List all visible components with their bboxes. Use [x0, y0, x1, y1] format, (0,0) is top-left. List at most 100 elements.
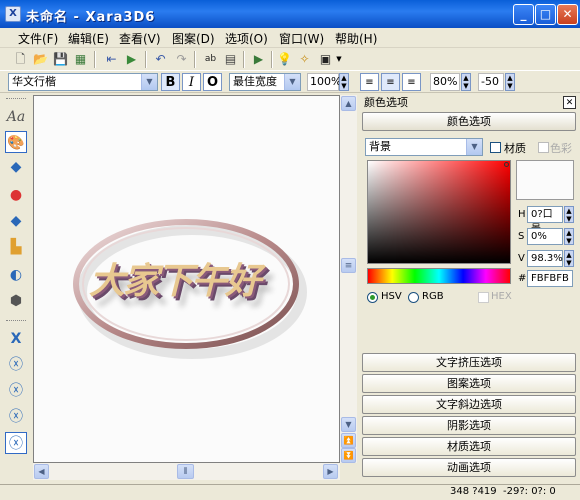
menu-bar: 文件(F) 编辑(E) 查看(V) 图案(D) 选项(O) 窗口(W) 帮助(H… — [0, 28, 580, 48]
radio-dot — [370, 295, 375, 300]
scroll-thumb[interactable]: ≡ — [341, 258, 356, 273]
material-checkbox[interactable] — [490, 142, 501, 153]
extrusion-options-button[interactable]: 文字挤压选项 — [362, 353, 576, 372]
h-field[interactable]: 0?口景 — [527, 206, 563, 235]
bevel-icon[interactable]: ◆ — [5, 210, 27, 232]
spellcheck-icon[interactable]: ab — [202, 51, 219, 68]
picker-cursor[interactable] — [504, 162, 509, 167]
scroll-right-button[interactable]: ▶ — [323, 464, 338, 479]
design-options-icon[interactable]: ⬢ — [5, 290, 27, 312]
hue-slider[interactable] — [367, 268, 511, 284]
menu-window[interactable]: 窗口(W) — [279, 30, 324, 47]
s-field[interactable]: 0% — [527, 228, 563, 245]
shadow-icon[interactable]: ▙ — [5, 236, 27, 258]
save-icon[interactable]: 💾 — [52, 51, 69, 68]
v-field[interactable]: 98.3% — [527, 250, 563, 267]
hex-field[interactable]: FBFBFB — [527, 270, 573, 287]
scroll-left-button[interactable]: ◀ — [34, 464, 49, 479]
hex-checkbox[interactable] — [478, 292, 489, 303]
rotate-x-icon[interactable]: X — [5, 328, 27, 350]
design-options-button[interactable]: 图案选项 — [362, 374, 576, 393]
hsv-label: HSV — [381, 291, 402, 302]
shadow-options-button[interactable]: 阴影选项 — [362, 416, 576, 435]
close-icon[interactable]: ✕ — [563, 96, 576, 109]
toolbar-separator — [94, 51, 96, 68]
saturation-value-picker[interactable] — [367, 160, 511, 264]
menu-design[interactable]: 图案(D) — [172, 30, 215, 47]
line-spacing-field[interactable]: 80% — [430, 73, 460, 91]
minimize-button[interactable]: _ — [513, 4, 534, 25]
h-stepper[interactable]: ▲ ▼ — [564, 206, 574, 223]
align-center-icon[interactable]: ≡ — [381, 73, 400, 91]
line-spacing-stepper[interactable]: ▲ ▼ — [461, 73, 471, 91]
light-bulb-icon[interactable]: 💡 — [276, 51, 293, 68]
play-animation-icon[interactable]: ▶ — [250, 51, 267, 68]
rotate-y-icon[interactable]: ⓧ — [5, 354, 27, 376]
size-stepper[interactable]: ▲ ▼ — [339, 73, 349, 91]
texture-sphere-icon[interactable]: ● — [5, 184, 27, 206]
vertical-scrollbar[interactable]: ▲ ≡ ▼ ⏫ ⏬ — [340, 95, 357, 463]
rotate-free-icon[interactable]: ⓧ — [5, 406, 27, 428]
new-file-icon[interactable]: 🗋 — [12, 51, 29, 68]
canvas[interactable]: 大家下午好 — [33, 95, 340, 463]
color-palette-icon[interactable]: 🎨 — [5, 131, 27, 153]
redo-icon[interactable]: ↷ — [173, 51, 190, 68]
import-icon[interactable]: ⇤ — [103, 51, 120, 68]
char-spacing-stepper[interactable]: ▲ ▼ — [505, 73, 515, 91]
animation-options-button[interactable]: 动画选项 — [362, 458, 576, 477]
texture-options-button[interactable]: 材质选项 — [362, 437, 576, 456]
undo-icon[interactable]: ↶ — [152, 51, 169, 68]
text-edit-icon[interactable]: ▤ — [222, 51, 239, 68]
open-folder-icon[interactable]: 📂 — [32, 51, 49, 68]
close-button[interactable]: ✕ — [557, 4, 578, 25]
menu-file[interactable]: 文件(F) — [18, 30, 58, 47]
chevron-down-icon: ▼ — [141, 74, 157, 90]
chevron-down-icon[interactable]: ▼ — [334, 51, 344, 68]
rotate-z-icon[interactable]: ⓧ — [5, 380, 27, 402]
export-icon[interactable]: ▦ — [72, 51, 89, 68]
color-checkbox[interactable] — [538, 142, 549, 153]
animation-export-icon[interactable]: ▶ — [123, 51, 140, 68]
canvas-3d-text[interactable]: 大家下午好 — [89, 252, 261, 304]
target-select[interactable]: 背景 ▼ — [365, 138, 483, 156]
menu-help[interactable]: 帮助(H) — [335, 30, 377, 47]
material-label: 材质 — [504, 142, 526, 155]
scroll-thumb[interactable]: ⦀ — [177, 464, 194, 479]
text-style-icon[interactable]: Aa — [5, 106, 27, 128]
align-right-icon[interactable]: ≡ — [402, 73, 421, 91]
maximize-button[interactable]: □ — [535, 4, 556, 25]
target-select-value: 背景 — [369, 140, 391, 153]
bold-button[interactable]: B — [161, 73, 180, 91]
outline-button[interactable]: O — [203, 73, 222, 91]
char-spacing-field[interactable]: -50 — [478, 73, 504, 91]
s-stepper[interactable]: ▲ ▼ — [564, 228, 574, 245]
font-select[interactable]: 华文行楷 ▼ — [8, 73, 158, 91]
size-field[interactable]: 100% — [307, 73, 341, 91]
menu-edit[interactable]: 编辑(E) — [68, 30, 109, 47]
scroll-up-button[interactable]: ▲ — [341, 96, 356, 111]
rotate-lock-icon[interactable]: ⓧ — [5, 432, 27, 454]
bevel-options-button[interactable]: 文字斜边选项 — [362, 395, 576, 414]
page-down-button[interactable]: ⏬ — [341, 448, 356, 463]
view-mode-icon[interactable]: ▣ — [317, 51, 334, 68]
color-options-button[interactable]: 颜色选项 — [362, 112, 576, 131]
h-label: H — [518, 209, 526, 220]
rgb-radio[interactable] — [408, 292, 419, 303]
hex-hash-label: # — [518, 273, 527, 284]
panel-title: 颜色选项 — [364, 96, 408, 109]
menu-view[interactable]: 查看(V) — [119, 30, 161, 47]
width-mode-select[interactable]: 最佳宽度 ▼ — [229, 73, 301, 91]
scroll-down-button[interactable]: ▼ — [341, 417, 356, 432]
hsv-radio[interactable] — [367, 292, 378, 303]
align-left-icon[interactable]: ≡ — [360, 73, 379, 91]
horizontal-scrollbar[interactable]: ◀ ⦀ ▶ — [33, 463, 340, 480]
italic-button[interactable]: I — [182, 73, 201, 91]
menu-options[interactable]: 选项(O) — [225, 30, 268, 47]
v-label: V — [518, 253, 525, 264]
light-settings-icon[interactable]: ✧ — [296, 51, 313, 68]
extrusion-cube-icon[interactable]: ◆ — [5, 156, 27, 178]
page-up-button[interactable]: ⏫ — [341, 433, 356, 448]
color-preview-swatch — [516, 160, 574, 200]
lighting-globe-icon[interactable]: ◐ — [5, 264, 27, 286]
v-stepper[interactable]: ▲ ▼ — [564, 250, 574, 267]
